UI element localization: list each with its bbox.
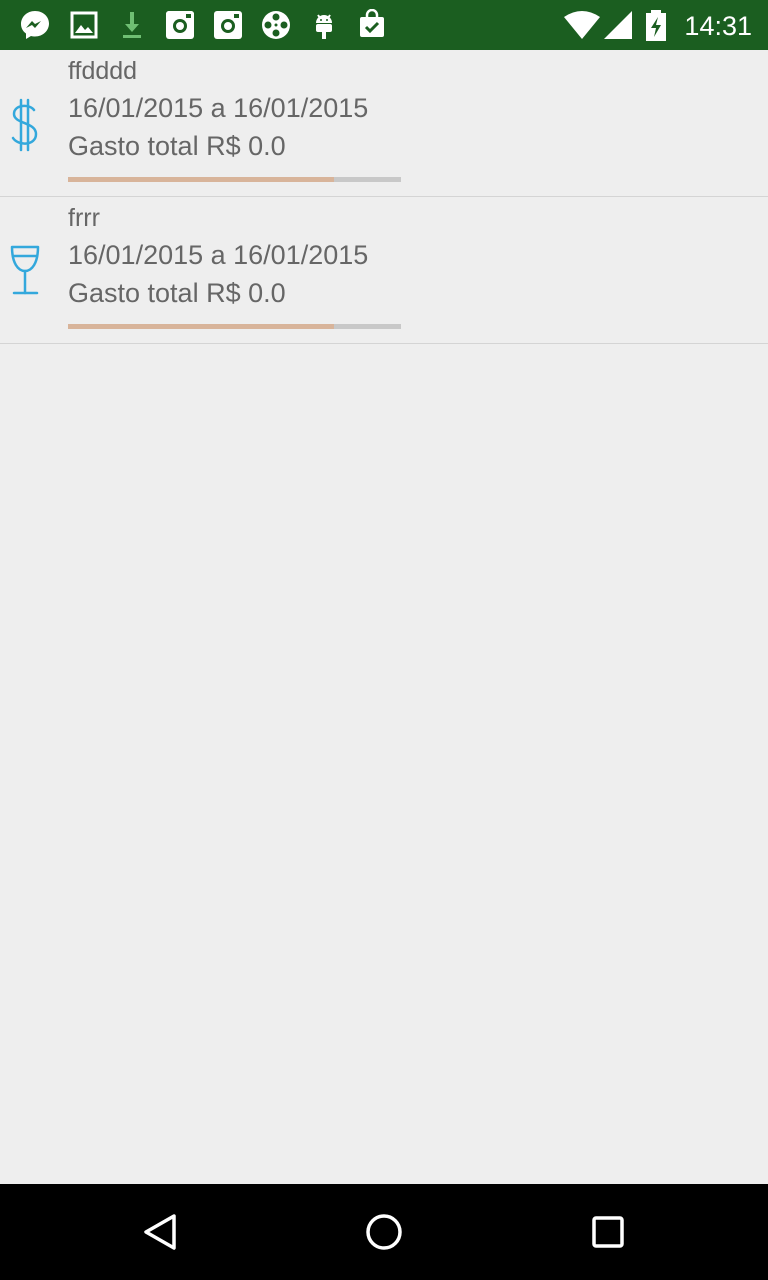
home-icon[interactable] (360, 1208, 408, 1256)
navigation-bar (0, 1184, 768, 1280)
budget-list: ffdddd 16/01/2015 a 16/01/2015 Gasto tot… (0, 50, 768, 344)
list-item[interactable]: frrr 16/01/2015 a 16/01/2015 Gasto total… (0, 197, 768, 344)
download-icon (123, 12, 141, 38)
budget-progress-fill (68, 324, 335, 329)
wine-glass-icon (10, 245, 40, 295)
budget-period: 16/01/2015 a 16/01/2015 (68, 240, 369, 270)
film-reel-icon (262, 11, 290, 39)
cell-signal-icon (604, 11, 632, 39)
recents-icon[interactable] (584, 1208, 632, 1256)
shopping-bag-check-icon (360, 9, 384, 37)
battery-charging-icon (646, 10, 666, 41)
budget-progress-bar (68, 177, 401, 182)
dollar-icon (11, 98, 38, 152)
wifi-icon (564, 11, 600, 39)
list-item[interactable]: ffdddd 16/01/2015 a 16/01/2015 Gasto tot… (0, 50, 768, 197)
instagram-icon (214, 11, 242, 39)
instagram-icon (166, 11, 194, 39)
android-icon (316, 14, 332, 39)
budget-period: 16/01/2015 a 16/01/2015 (68, 93, 369, 123)
budget-name: ffdddd (68, 57, 138, 85)
clock: 14:31 (684, 11, 752, 41)
budget-name: frrr (68, 204, 100, 232)
status-bar: 14:31 (0, 0, 768, 50)
back-icon[interactable] (136, 1208, 184, 1256)
budget-total: Gasto total R$ 0.0 (68, 278, 286, 308)
gallery-icon (70, 11, 98, 39)
messenger-icon (21, 11, 49, 39)
budget-total: Gasto total R$ 0.0 (68, 131, 286, 161)
budget-progress-fill (68, 177, 335, 182)
budget-progress-bar (68, 324, 401, 329)
